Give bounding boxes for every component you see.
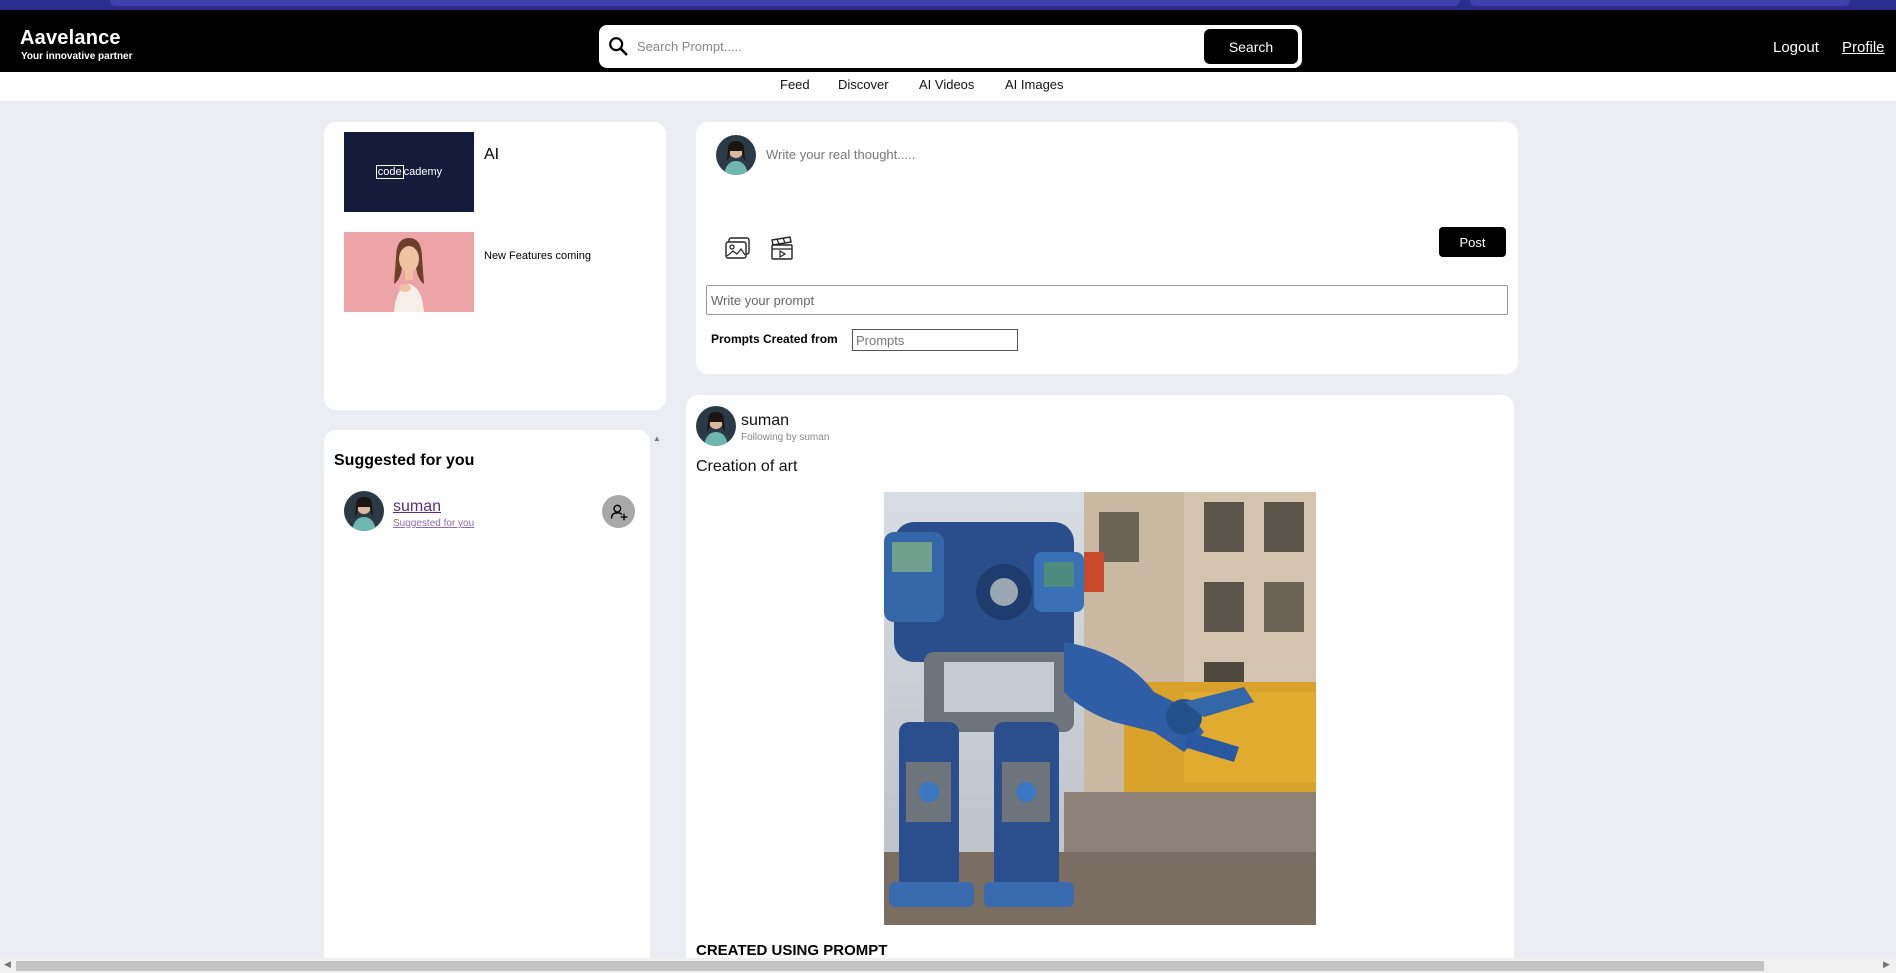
post-prompt-heading: CREATED USING PROMPT (696, 942, 888, 959)
top-navbar: Aavelance Your innovative partner Search… (0, 10, 1896, 72)
nav-feed[interactable]: Feed (780, 77, 810, 92)
suggested-panel: Suggested for you suman Suggested for yo… (324, 430, 650, 973)
promo-title-features[interactable]: New Features coming (484, 250, 591, 262)
panel-scroll-up-arrow[interactable]: ▲ (653, 434, 661, 443)
add-user-button[interactable] (602, 495, 635, 528)
add-image-button[interactable] (724, 234, 752, 262)
nav-discover[interactable]: Discover (838, 77, 889, 92)
logout-link[interactable]: Logout (1773, 39, 1819, 56)
post-button[interactable]: Post (1439, 227, 1506, 257)
nav-ai-images[interactable]: AI Images (1005, 77, 1064, 92)
post-author-name[interactable]: suman (741, 412, 789, 430)
search-input[interactable] (637, 33, 1197, 60)
suggested-user-subtitle[interactable]: Suggested for you (393, 518, 474, 529)
browser-toolbar-area (1470, 0, 1850, 6)
woman-portrait-icon (344, 232, 474, 312)
search-bar: Search (599, 25, 1302, 68)
image-icon (725, 237, 750, 259)
prompts-source-input[interactable] (852, 329, 1018, 351)
codecademy-logo: code cademy (375, 165, 443, 179)
horizontal-scrollbar[interactable]: ◀ ▶ (0, 958, 1896, 973)
avatar[interactable] (716, 135, 756, 175)
search-button[interactable]: Search (1204, 29, 1298, 64)
search-icon (609, 37, 628, 56)
promo-card: code cademy AI New Features coming (324, 122, 666, 410)
nav-ai-videos[interactable]: AI Videos (919, 77, 974, 92)
promo-title-ai[interactable]: AI (484, 146, 499, 164)
browser-address-area (110, 0, 1460, 6)
add-user-icon (610, 504, 627, 520)
promo-woman-image[interactable] (344, 232, 474, 312)
clapperboard-icon (771, 236, 793, 260)
add-video-button[interactable] (768, 234, 796, 262)
scrollbar-thumb[interactable] (16, 961, 1764, 971)
avatar[interactable] (696, 406, 736, 446)
scroll-left-arrow-icon[interactable]: ◀ (4, 959, 11, 970)
feed-post: suman Following by suman Creation of art (686, 395, 1514, 973)
post-caption: Creation of art (696, 458, 798, 475)
codecademy-ad-image[interactable]: code cademy (344, 132, 474, 212)
profile-link[interactable]: Profile (1842, 39, 1885, 56)
prompt-input[interactable] (706, 285, 1508, 315)
robot-art-image (884, 492, 1316, 925)
feed-nav: Feed Discover AI Videos AI Images (0, 72, 1896, 101)
prompts-created-from-label: Prompts Created from (711, 332, 838, 346)
compose-card: Post Prompts Created from (696, 122, 1518, 374)
suggested-user-name[interactable]: suman (393, 498, 441, 516)
brand-tagline: Your innovative partner (21, 51, 133, 62)
thought-input[interactable] (766, 142, 1366, 166)
user-avatar-icon (344, 491, 384, 531)
avatar[interactable] (344, 491, 384, 531)
scroll-right-arrow-icon[interactable]: ▶ (1883, 959, 1890, 970)
user-avatar-icon (696, 406, 736, 446)
browser-chrome-strip (0, 0, 1896, 10)
post-following-text: Following by suman (741, 432, 830, 443)
user-avatar-icon (716, 135, 756, 175)
brand-name[interactable]: Aavelance (20, 27, 121, 50)
suggested-heading: Suggested for you (334, 452, 475, 469)
post-image[interactable] (884, 492, 1316, 925)
